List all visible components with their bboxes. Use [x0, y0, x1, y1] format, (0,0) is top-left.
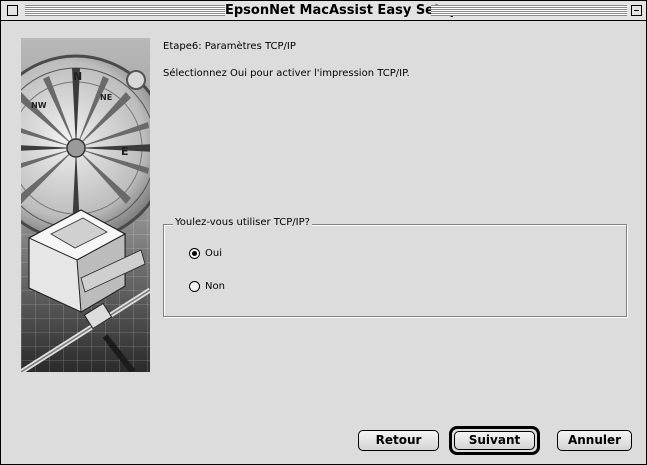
zoom-box[interactable]	[631, 5, 642, 16]
step-instruction: Sélectionnez Oui pour activer l'impressi…	[163, 68, 410, 79]
tcpip-groupbox	[163, 224, 627, 317]
radio-button-unselected-icon[interactable]	[189, 281, 200, 292]
setup-window: EpsonNet MacAssist Easy Setup N NW NE E …	[0, 0, 647, 465]
dialog-content: N NW NE E Etape6: Paramètres TCP/IP Séle…	[1, 21, 646, 464]
svg-text:E: E	[121, 145, 129, 158]
title-bar-stripes-left	[25, 5, 225, 16]
compass-printer-illustration: N NW NE E	[21, 38, 150, 372]
svg-text:NE: NE	[100, 93, 112, 102]
radio-non-label[interactable]: Non	[205, 280, 225, 294]
svg-text:NW: NW	[31, 101, 47, 110]
svg-text:N: N	[73, 70, 82, 83]
illustration-image: N NW NE E	[21, 38, 150, 372]
close-box[interactable]	[7, 5, 18, 16]
back-button[interactable]: Retour	[358, 430, 439, 451]
radio-button-selected-icon[interactable]	[189, 248, 200, 259]
tcpip-group-label: Youlez-vous utiliser TCP/IP?	[173, 217, 312, 228]
radio-oui-label[interactable]: Oui	[205, 247, 222, 261]
title-bar-stripes-right	[431, 5, 627, 16]
step-title: Etape6: Paramètres TCP/IP	[163, 41, 296, 52]
window-title: EpsonNet MacAssist Easy Setup	[225, 3, 459, 18]
cancel-button[interactable]: Annuler	[557, 430, 632, 451]
title-bar[interactable]: EpsonNet MacAssist Easy Setup	[1, 1, 646, 21]
next-button[interactable]: Suivant	[454, 431, 535, 450]
